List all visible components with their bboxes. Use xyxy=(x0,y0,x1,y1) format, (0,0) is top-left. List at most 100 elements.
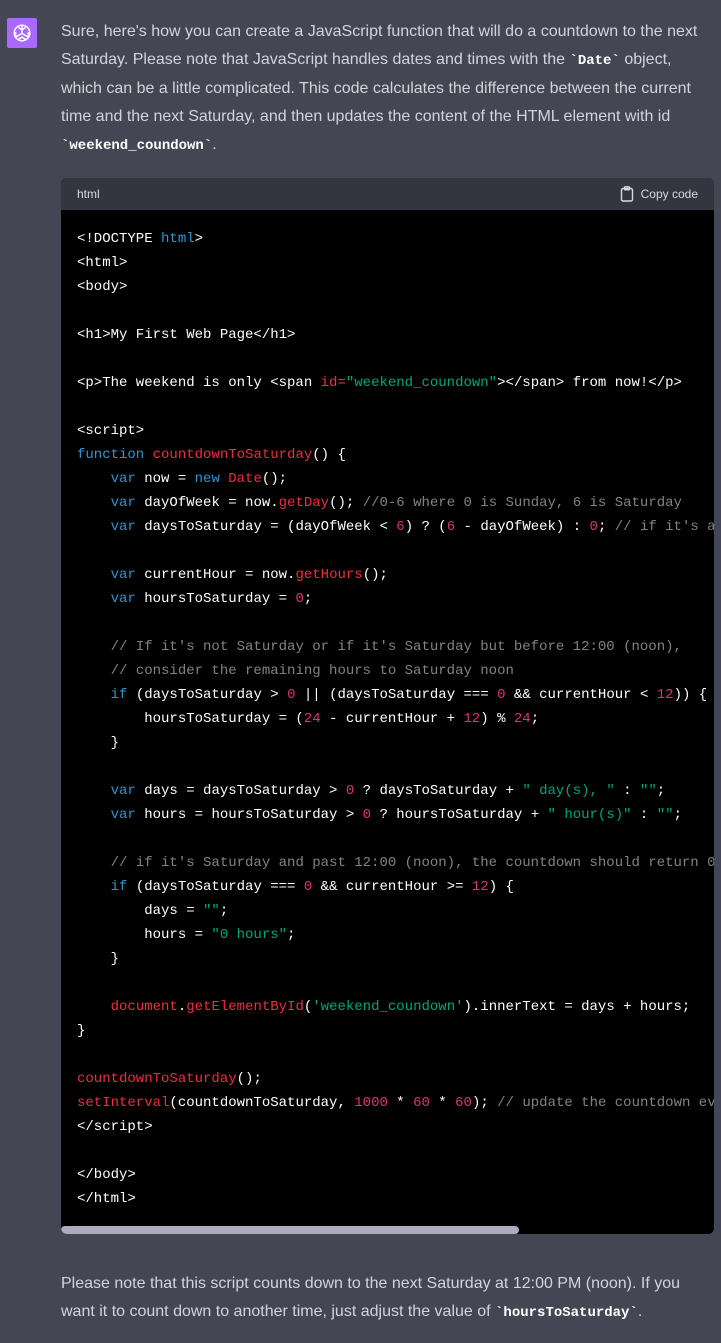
code-string: "weekend_coundown" xyxy=(345,375,498,391)
inline-code-id: `weekend_coundown` xyxy=(61,138,213,154)
code-text: hours = hoursToSaturday > xyxy=(135,807,363,823)
code-function: document xyxy=(110,999,178,1015)
code-text: days = daysToSaturday > xyxy=(135,783,346,799)
code-text: * xyxy=(429,1095,456,1111)
code-number: 6 xyxy=(396,519,405,535)
code-text: (); xyxy=(261,471,288,487)
code-line: <p>The weekend is only <span id="weekend… xyxy=(77,371,698,395)
code-text: ; xyxy=(597,519,615,535)
code-text: ; xyxy=(303,591,313,607)
code-number: 0 xyxy=(295,591,304,607)
code-text: <h1>My First Web Page</h1> xyxy=(77,327,296,343)
code-number: 0 xyxy=(303,879,313,895)
outro-paragraph: Please note that this script counts down… xyxy=(61,1270,716,1327)
code-number: 60 xyxy=(413,1095,430,1111)
code-function: Date xyxy=(228,471,262,487)
code-text: <!DOCTYPE xyxy=(77,231,162,247)
code-text: ; xyxy=(673,807,682,823)
code-number: 60 xyxy=(455,1095,472,1111)
code-comment: // consider the remaining hours to Satur… xyxy=(110,663,514,679)
code-number: 6 xyxy=(446,519,456,535)
code-text: hours = xyxy=(77,927,212,943)
code-text: ? hoursToSaturday + xyxy=(371,807,548,823)
code-text: ? daysToSaturday + xyxy=(354,783,523,799)
code-keyword: var xyxy=(110,807,136,823)
code-text: (daysToSaturday > xyxy=(127,687,288,703)
code-string: 'weekend_coundown' xyxy=(312,999,464,1015)
code-comment: // if it's Saturday and past 12:00 (noon… xyxy=(110,855,714,871)
code-text: ).innerText = days + hours; xyxy=(463,999,691,1015)
code-text: <script> xyxy=(77,423,145,439)
outro-text: . xyxy=(637,1303,643,1320)
code-text: )) { xyxy=(673,687,708,703)
code-number: 0 xyxy=(589,519,598,535)
code-line: var hoursToSaturday = 0; xyxy=(77,587,698,611)
code-text: now = xyxy=(135,471,195,487)
code-string: "" xyxy=(656,807,674,823)
code-line: <h1>My First Web Page</h1> xyxy=(77,323,698,347)
code-keyword: var xyxy=(110,519,136,535)
copy-code-button[interactable]: Copy code xyxy=(620,186,698,202)
code-text: (); xyxy=(362,567,388,583)
code-comment: // if it's a xyxy=(614,519,714,535)
code-text: ; xyxy=(656,783,666,799)
code-keyword: if xyxy=(110,687,128,703)
code-text: hoursToSaturday = ( xyxy=(77,711,304,727)
code-keyword: var xyxy=(110,471,136,487)
code-text: <p>The weekend is only <span xyxy=(77,375,321,391)
code-text: } xyxy=(77,735,120,751)
code-text: </html> xyxy=(77,1191,136,1207)
code-keyword: var xyxy=(110,591,136,607)
code-line: <script> xyxy=(77,419,698,443)
code-line: </script> xyxy=(77,1115,698,1139)
code-keyword: var xyxy=(110,495,136,511)
code-line: var currentHour = now.getHours(); xyxy=(77,563,698,587)
code-line: </body> xyxy=(77,1163,698,1187)
code-text: : xyxy=(631,807,657,823)
code-text: </script> xyxy=(77,1119,153,1135)
code-function: getElementById xyxy=(186,999,304,1015)
code-line: var now = new Date(); xyxy=(77,467,698,491)
code-string: "" xyxy=(203,903,220,919)
code-text: days = xyxy=(77,903,204,919)
code-text: ( xyxy=(303,999,313,1015)
code-number: 24 xyxy=(303,711,321,727)
code-language: html xyxy=(77,187,100,201)
code-text: <html> xyxy=(77,255,128,271)
inline-code-hours: `hoursToSaturday` xyxy=(495,1305,638,1321)
code-text: ) { xyxy=(488,879,514,895)
code-line: // If it's not Saturday or if it's Satur… xyxy=(77,635,698,659)
code-line: </html> xyxy=(77,1187,698,1211)
code-text: } xyxy=(77,1023,86,1039)
code-line: if (daysToSaturday === 0 && currentHour … xyxy=(77,875,698,899)
code-comment: //0-6 where 0 is Sunday, 6 is Saturday xyxy=(362,495,682,511)
code-content: <!DOCTYPE html> <html> <body> <h1>My First … xyxy=(61,210,714,1211)
code-line: } xyxy=(77,731,698,755)
code-function: countdownToSaturday xyxy=(152,447,313,463)
code-function: getHours xyxy=(295,567,363,583)
code-text: <body> xyxy=(77,279,128,295)
inline-code-date: `Date` xyxy=(569,53,620,69)
openai-logo-icon xyxy=(13,24,31,42)
code-string: "0 hours" xyxy=(211,927,288,943)
code-line: var days = daysToSaturday > 0 ? daysToSa… xyxy=(77,779,698,803)
code-text: . xyxy=(177,999,187,1015)
code-comment: // update the countdown ev xyxy=(497,1095,714,1111)
scrollbar-thumb[interactable] xyxy=(61,1226,519,1234)
code-text: ></span> from now!</p> xyxy=(497,375,682,391)
code-text: (daysToSaturday === xyxy=(127,879,304,895)
code-text: || (daysToSaturday === xyxy=(295,687,498,703)
code-line: hoursToSaturday = (24 - currentHour + 12… xyxy=(77,707,698,731)
horizontal-scrollbar[interactable] xyxy=(61,1226,714,1234)
